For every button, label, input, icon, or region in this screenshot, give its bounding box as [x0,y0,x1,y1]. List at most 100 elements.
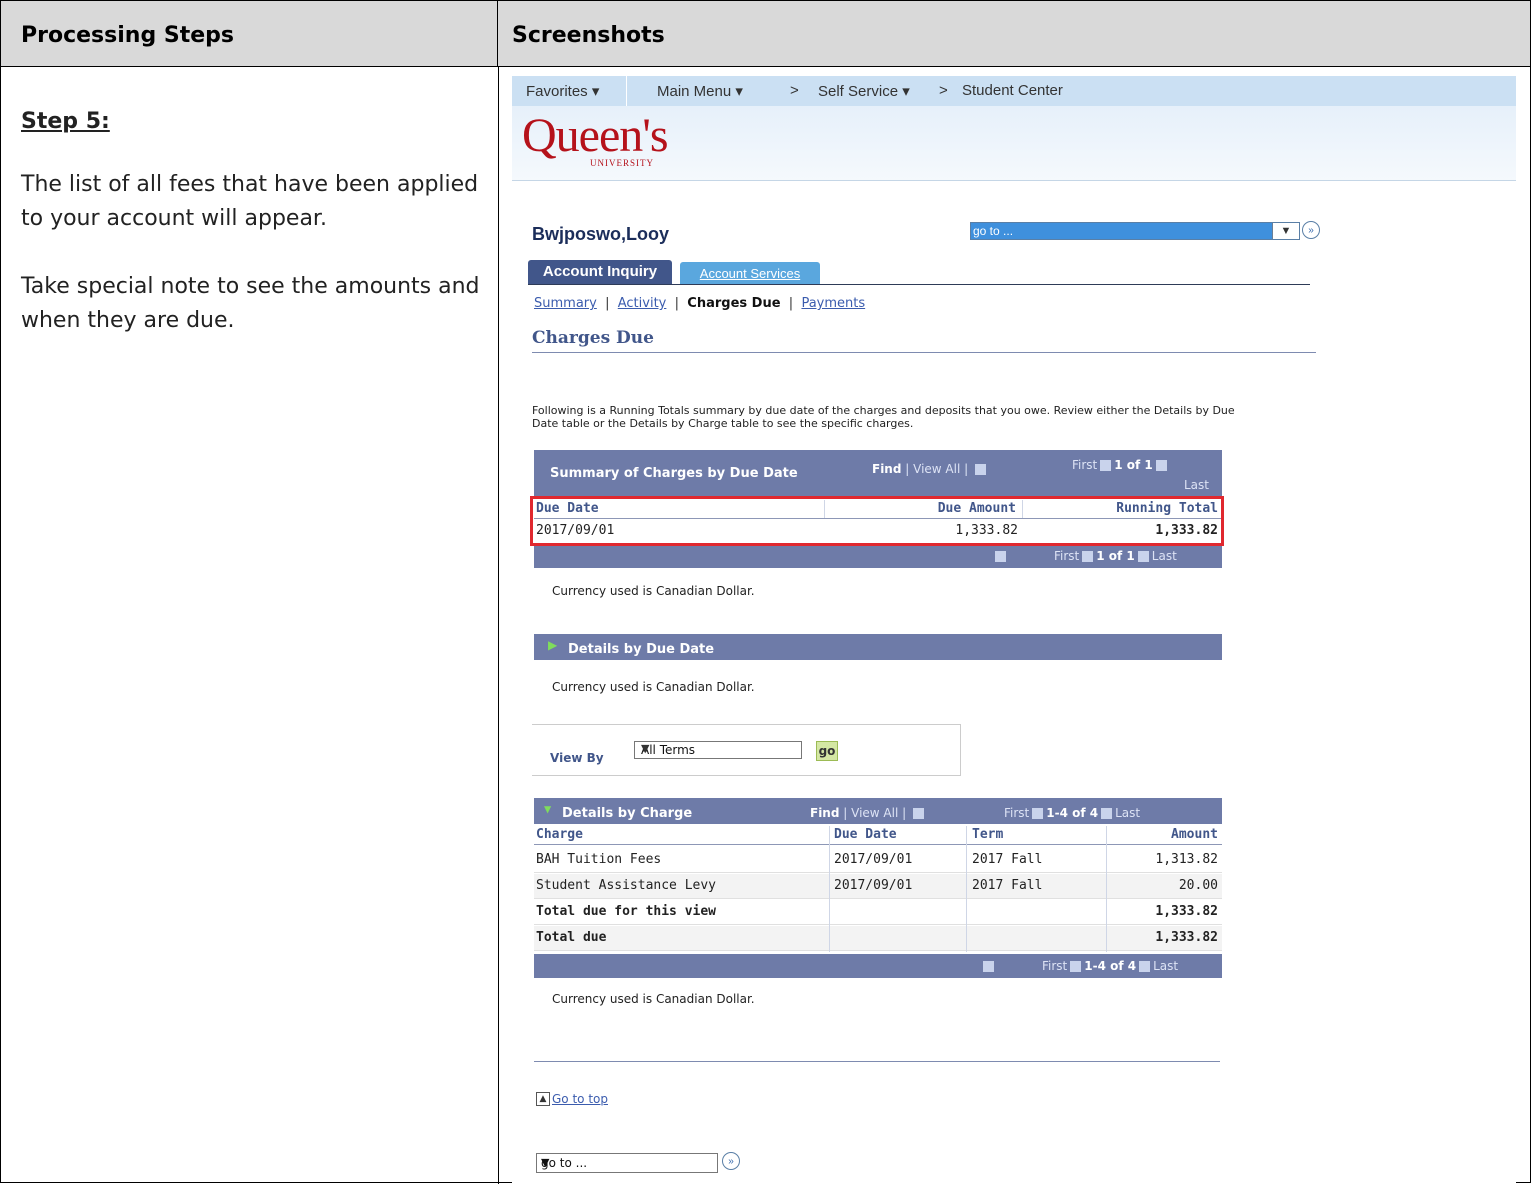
table-row-total-view: Total due for this view 1,333.82 [534,900,1222,925]
tab-bar: Account Inquiry Account Services [528,260,1310,285]
next-arrow-icon[interactable] [1139,961,1151,972]
download-icon[interactable] [983,961,994,972]
col-divider [829,826,830,952]
details-charge-header: ▼ Details by Charge Find | View All | Fi… [534,798,1222,824]
last-link[interactable]: Last [1152,549,1177,563]
details-charge-caption: Details by Charge [562,806,693,821]
view-by-panel: View By All Terms ▼ go [532,724,961,776]
go-to-top-label: Go to top [552,1092,608,1106]
download-icon[interactable] [912,808,924,819]
nav-self-service[interactable]: Self Service ▾ [818,82,910,100]
go-to-top-link[interactable]: ▲ Go to top [536,1092,608,1106]
cell-amount: 20.00 [1178,878,1218,893]
download-icon[interactable] [974,464,986,475]
cell-amount: 1,333.82 [1155,930,1218,945]
col-divider [966,826,967,952]
goto-select-top[interactable]: go to ... ▼ [970,222,1300,240]
details-by-due-date-header[interactable]: ▶ Details by Due Date [534,634,1222,660]
summary-grid-header: Summary of Charges by Due Date Find | Vi… [534,450,1222,496]
cell-due-date: 2017/09/01 [834,878,913,893]
cell-amount: 1,313.82 [1155,852,1218,867]
document-table: Processing Steps Screenshots Step 5: The… [0,0,1531,1184]
sublink-separator: | [674,296,680,311]
go-button[interactable]: go [816,741,838,761]
first-link[interactable]: First [1072,458,1097,472]
go-arrow-icon[interactable]: » [722,1152,740,1170]
sublink-separator: | [788,296,794,311]
row-count: 1 of 1 [1096,549,1135,563]
first-link[interactable]: First [1054,549,1079,563]
last-link[interactable]: Last [1115,806,1140,820]
summary-grid: Summary of Charges by Due Date Find | Vi… [530,450,1224,570]
next-arrow-icon[interactable] [1101,808,1113,819]
cell-charge: Total due for this view [536,904,717,919]
nav-student-center[interactable]: Student Center [962,82,1063,99]
cell-charge: BAH Tuition Fees [536,852,662,867]
view-all-link[interactable]: View All [851,806,898,820]
tab-account-services[interactable]: Account Services [680,262,820,284]
sub-navigation: Summary | Activity | Charges Due | Payme… [534,296,865,311]
goto-select-bottom[interactable]: go to ... ▼ [536,1153,718,1173]
row-count: 1-4 of 4 [1084,959,1137,973]
bottom-divider [534,1061,1220,1062]
intro-text: Following is a Running Totals summary by… [532,404,1235,430]
first-link[interactable]: First [1004,806,1029,820]
summary-grid-caption: Summary of Charges by Due Date [550,466,798,481]
expand-triangle-icon[interactable]: ▶ [548,638,557,652]
logo-subtext: UNIVERSITY [590,158,654,168]
link-activity[interactable]: Activity [618,296,667,311]
student-name: Bwjposwo,Looy [532,224,669,244]
header-right-label: Screenshots [512,23,665,48]
link-summary[interactable]: Summary [534,296,597,311]
nav-favorites[interactable]: Favorites ▾ [526,82,599,100]
goto-select-value: go to ... [973,224,1014,238]
first-link[interactable]: First [1042,959,1067,973]
view-by-label: View By [550,751,604,765]
table-row: Student Assistance Levy 2017/09/01 2017 … [534,874,1222,899]
last-link[interactable]: Last [1153,959,1178,973]
step-instructions: Step 5: The list of all fees that have b… [21,109,481,372]
row-count: 1 of 1 [1114,458,1153,472]
nav-main-menu[interactable]: Main Menu ▾ [657,82,743,100]
cell-charge: Total due [536,930,607,945]
table-row: BAH Tuition Fees 2017/09/01 2017 Fall 1,… [534,848,1222,873]
nav-divider [626,76,627,106]
next-arrow-icon[interactable] [1137,551,1149,562]
current-charges-due: Charges Due [687,296,781,311]
col-due-date: Due Date [834,827,897,842]
header-screenshots: Screenshots [498,1,1530,67]
col-divider [1106,826,1107,952]
collapse-triangle-icon[interactable]: ▼ [544,802,551,816]
column-divider [498,67,499,1184]
find-link[interactable]: Find [810,806,839,820]
cell-term: 2017 Fall [972,878,1043,893]
go-arrow-icon[interactable]: » [1302,221,1320,239]
summary-grid-footer: First 1 of 1 Last [534,544,1222,568]
last-link[interactable]: Last [1184,478,1209,492]
row-count: 1-4 of 4 [1046,806,1099,820]
details-by-charge-grid: ▼ Details by Charge Find | View All | Fi… [534,798,1222,978]
col-charge: Charge [536,827,583,842]
link-payments[interactable]: Payments [801,296,865,311]
download-icon[interactable] [995,551,1006,562]
view-all-link[interactable]: View All [913,462,960,476]
charge-column-headers: Charge Due Date Term Amount [534,826,1222,845]
currency-note: Currency used is Canadian Dollar. [552,992,755,1006]
top-navigation-bar: Favorites ▾ Main Menu ▾ > Self Service ▾… [512,76,1516,106]
prev-arrow-icon[interactable] [1100,460,1112,471]
tab-account-inquiry[interactable]: Account Inquiry [528,260,672,284]
step-paragraph-2: Take special note to see the amounts and… [21,274,480,333]
step-paragraph-1: The list of all fees that have been appl… [21,172,479,231]
sublink-separator: | [605,296,610,311]
prev-arrow-icon[interactable] [1070,961,1082,972]
find-link[interactable]: Find [872,462,901,476]
view-by-select[interactable]: All Terms ▼ [634,741,802,759]
details-due-caption: Details by Due Date [568,642,715,657]
header-left-label: Processing Steps [21,23,234,48]
header-processing-steps: Processing Steps [1,1,498,67]
prev-arrow-icon[interactable] [1032,808,1044,819]
cell-term: 2017 Fall [972,852,1043,867]
chevron-down-icon: ▼ [641,742,650,755]
prev-arrow-icon[interactable] [1082,551,1094,562]
next-arrow-icon[interactable] [1155,460,1167,471]
